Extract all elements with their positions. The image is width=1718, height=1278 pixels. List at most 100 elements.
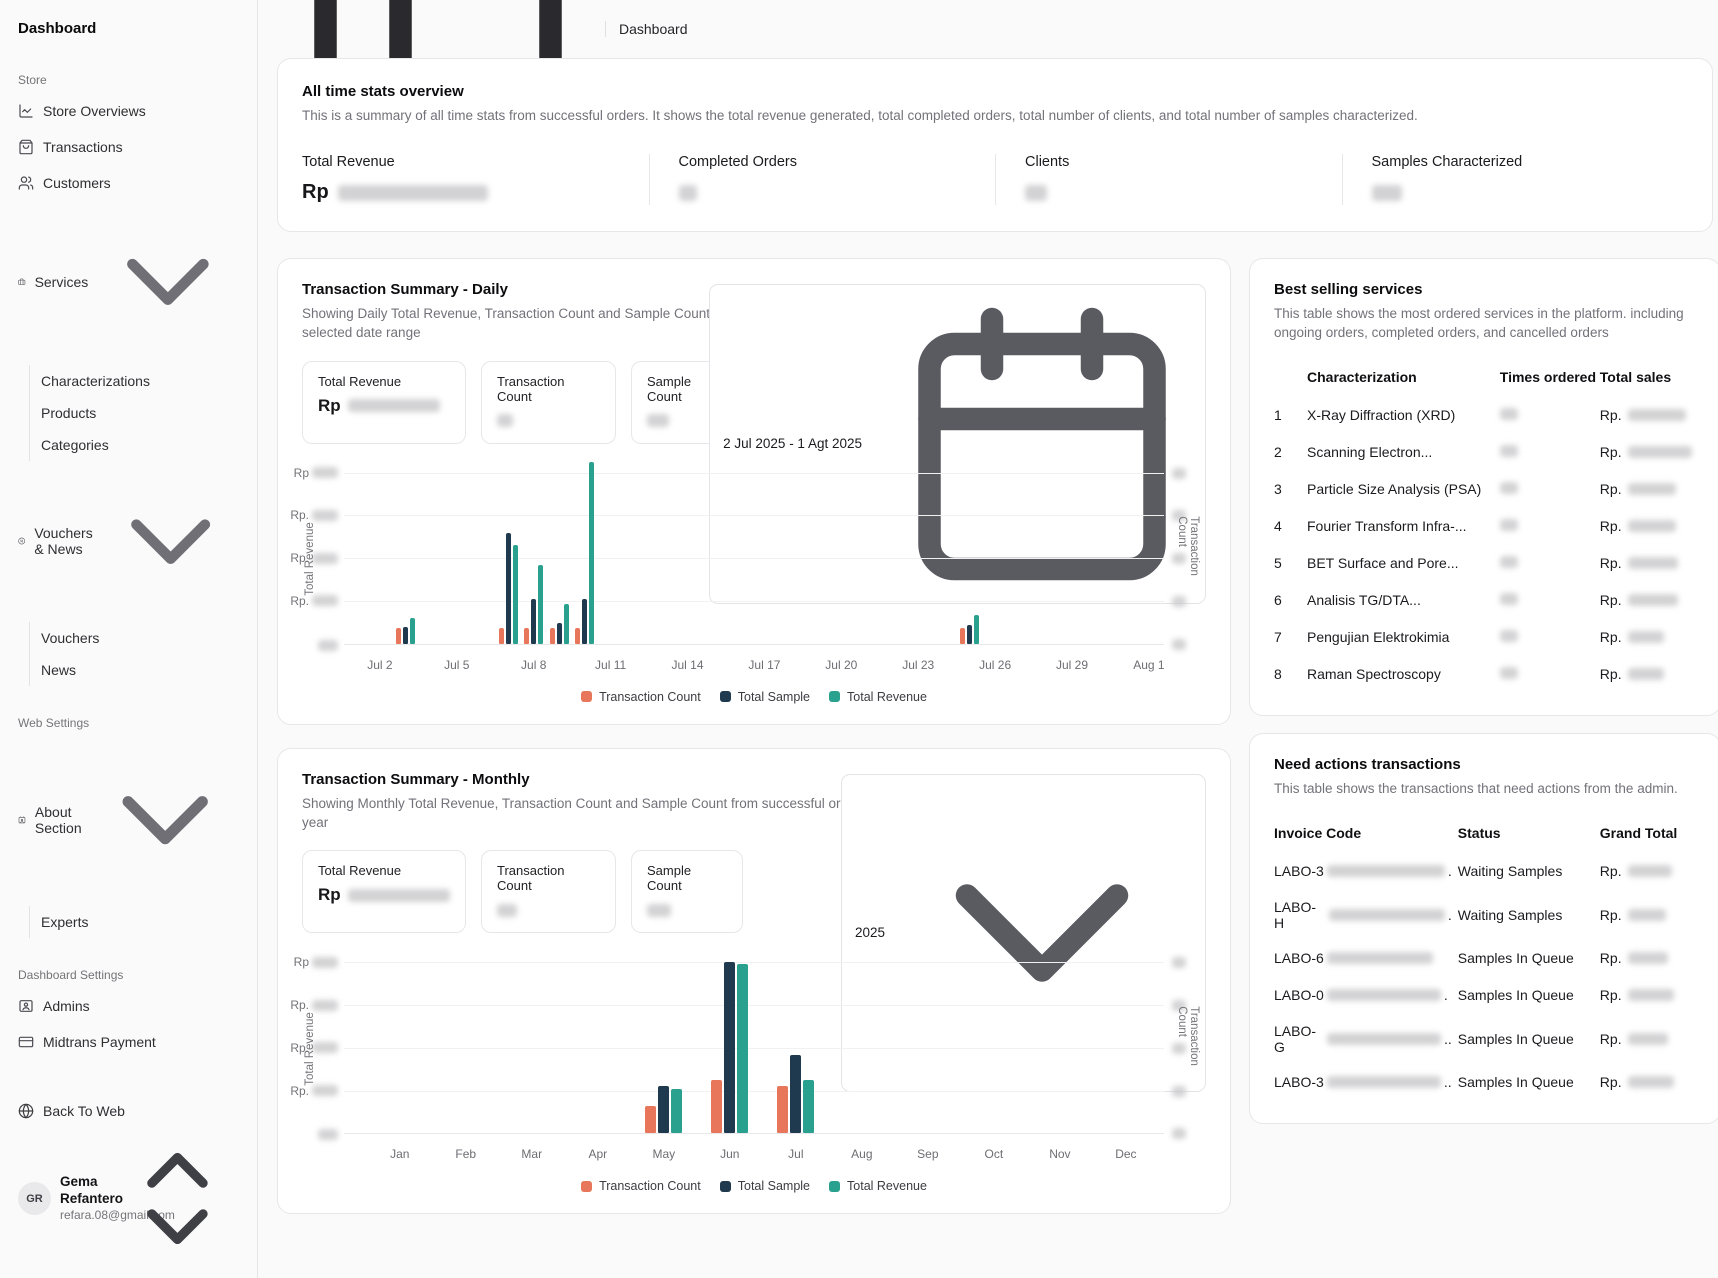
- legend-item-total-revenue: Total Revenue: [829, 690, 927, 704]
- currency-prefix: Rp.: [1600, 555, 1622, 571]
- total-sales-cell: Rp.: [1600, 592, 1696, 608]
- rank-cell: 5: [1274, 555, 1307, 571]
- sidebar-section: Web SettingsAbout SectionExperts: [12, 712, 245, 938]
- gridline: [344, 1005, 1164, 1006]
- sidebar-title: Dashboard: [12, 14, 245, 43]
- back-to-web-button[interactable]: Back To Web: [12, 1095, 245, 1127]
- x-axis-tick: Dec: [1115, 1147, 1136, 1161]
- sidebar-subitem-categories[interactable]: Categories: [30, 429, 245, 461]
- user-menu[interactable]: GR Gema Refantero refara.08@gmail.com: [12, 1127, 245, 1264]
- bar-transaction-count: [396, 628, 401, 643]
- credit-card-icon: [18, 1034, 34, 1050]
- sidebar-item-label: Midtrans Payment: [43, 1034, 156, 1050]
- table-row: LABO-3..Samples In QueueRp.: [1274, 1064, 1696, 1101]
- invoice-code-suffix: ..: [1444, 1031, 1452, 1047]
- column-header-invoice-code: Invoice Code: [1274, 825, 1458, 841]
- gridline: [344, 558, 1164, 559]
- y-axis-tick-right: [1172, 957, 1186, 968]
- legend-item-transaction-count: Transaction Count: [581, 690, 701, 704]
- times-ordered-cell: [1500, 481, 1600, 497]
- gridline: [344, 644, 1164, 645]
- gridline: [344, 1133, 1164, 1134]
- stat-label: Samples Characterized: [1372, 154, 1689, 170]
- currency-prefix: Rp.: [1600, 1074, 1622, 1090]
- sidebar-item-services[interactable]: Services: [12, 203, 245, 361]
- redacted-value: [1500, 408, 1518, 420]
- redacted-value: [1628, 483, 1676, 495]
- y-axis-title-left: Total Revenue: [304, 522, 316, 596]
- year-label: 2025: [855, 925, 885, 940]
- briefcase-icon: [18, 274, 26, 290]
- sidebar-item-admins[interactable]: Admins: [12, 990, 245, 1022]
- mini-stat-label: Total Revenue: [318, 374, 450, 389]
- column-header-characterization: Characterization: [1307, 369, 1500, 385]
- bar-total-revenue: [803, 1080, 814, 1133]
- overview-stat-clients: Clients: [995, 154, 1342, 205]
- sidebar-subitem-products[interactable]: Products: [30, 397, 245, 429]
- x-axis-tick: May: [652, 1147, 675, 1161]
- invoice-code-prefix: LABO-0: [1274, 987, 1324, 1003]
- status-cell: Samples In Queue: [1458, 1074, 1600, 1090]
- bar-total-revenue: [538, 565, 543, 644]
- sidebar-subitem-news[interactable]: News: [30, 654, 245, 686]
- grand-total-cell: Rp.: [1600, 1074, 1696, 1090]
- sidebar-item-midtrans-payment[interactable]: Midtrans Payment: [12, 1026, 245, 1058]
- sidebar-item-store-overviews[interactable]: Store Overviews: [12, 95, 245, 127]
- users-icon: [18, 175, 34, 191]
- bar-total-revenue: [410, 618, 415, 644]
- bar-total-revenue: [671, 1089, 682, 1133]
- sidebar-subitems: CharacterizationsProductsCategories: [29, 365, 245, 461]
- chevrons-up-down-icon: [116, 1137, 239, 1260]
- rank-cell: 8: [1274, 666, 1307, 682]
- back-to-web-label: Back To Web: [43, 1103, 125, 1119]
- invoice-code-suffix: .: [1448, 907, 1452, 923]
- currency-prefix: Rp: [318, 885, 341, 905]
- x-axis-tick: Jul: [788, 1147, 803, 1161]
- service-name-cell: Scanning Electron...: [1307, 444, 1500, 460]
- monthly-chart: Rp.Rp.Rp.RpTotal RevenueTransaction Coun…: [302, 963, 1206, 1193]
- sidebar-subitem-experts[interactable]: Experts: [30, 906, 245, 938]
- user-name: Gema Refantero: [60, 1174, 107, 1208]
- table-header: CharacterizationTimes orderedTotal sales: [1274, 359, 1696, 397]
- times-ordered-cell: [1500, 407, 1600, 423]
- sidebar-subitem-vouchers[interactable]: Vouchers: [30, 622, 245, 654]
- sidebar-item-transactions[interactable]: Transactions: [12, 131, 245, 163]
- sidebar-subitem-characterizations[interactable]: Characterizations: [30, 365, 245, 397]
- redacted-value: [1500, 482, 1518, 494]
- total-sales-cell: Rp.: [1600, 407, 1696, 423]
- mini-stat-label: Transaction Count: [497, 374, 600, 404]
- times-ordered-cell: [1500, 518, 1600, 534]
- mini-stat-value: Rp: [318, 396, 450, 416]
- redacted-value: [1372, 185, 1402, 201]
- service-name-cell: Fourier Transform Infra-...: [1307, 518, 1500, 534]
- bar-transaction-count: [645, 1106, 656, 1133]
- sidebar-section: StoreStore OverviewsTransactionsCustomer…: [12, 69, 245, 686]
- sidebar-nav: StoreStore OverviewsTransactionsCustomer…: [12, 43, 245, 1062]
- legend-label: Transaction Count: [599, 690, 701, 704]
- times-ordered-cell: [1500, 444, 1600, 460]
- sidebar-item-customers[interactable]: Customers: [12, 167, 245, 199]
- stat-label: Completed Orders: [679, 154, 996, 170]
- gridline: [344, 515, 1164, 516]
- redacted-value: [647, 904, 671, 917]
- main-content: Dashboard All time stats overview This i…: [258, 0, 1718, 1278]
- sidebar-item-label: Store Overviews: [43, 103, 146, 119]
- redacted-value: [1172, 639, 1186, 650]
- currency-prefix: Rp.: [1600, 444, 1622, 460]
- x-axis: JanFebMarAprMayJunJulAugSepOctNovDec: [344, 1143, 1164, 1163]
- table-row: 8Raman SpectroscopyRp.: [1274, 656, 1696, 693]
- service-name-cell: X-Ray Diffraction (XRD): [1307, 407, 1500, 423]
- sidebar-item-vouchers-news[interactable]: Vouchers & News: [12, 465, 245, 618]
- x-axis-tick: Nov: [1049, 1147, 1070, 1161]
- bar-total-sample: [658, 1086, 669, 1134]
- status-cell: Waiting Samples: [1458, 863, 1600, 879]
- user-meta: Gema Refantero refara.08@gmail.com: [60, 1174, 107, 1223]
- grand-total-cell: Rp.: [1600, 863, 1696, 879]
- bar-total-sample: [531, 599, 536, 643]
- gridline: [344, 1091, 1164, 1092]
- x-axis-tick: Jul 23: [902, 658, 934, 672]
- sidebar-item-about-section[interactable]: About Section: [12, 738, 245, 902]
- sidebar-item-label: Vouchers & News: [34, 525, 92, 557]
- best-selling-description: This table shows the most ordered servic…: [1274, 305, 1696, 343]
- need-actions-title: Need actions transactions: [1274, 756, 1696, 773]
